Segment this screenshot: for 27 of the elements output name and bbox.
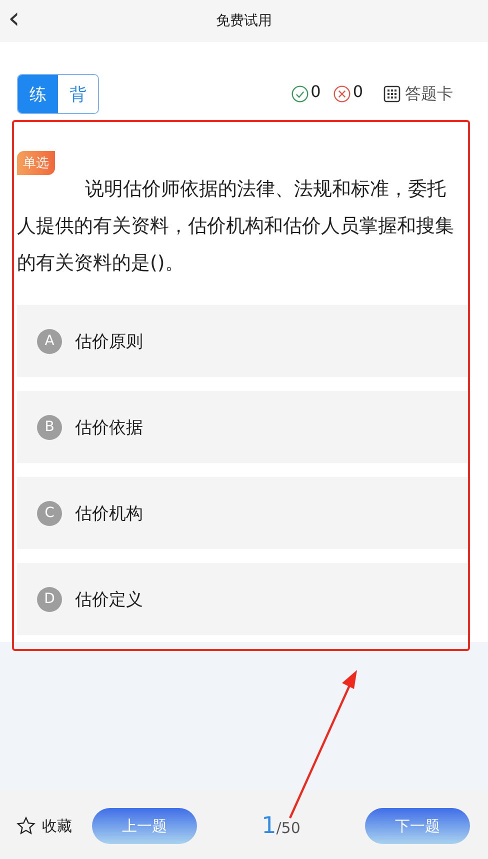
question-text: 说明估价师依据的法律、法规和标准，委托人提供的有关资料，估价机构和估价人员掌握和搜集的有关资料的是()。	[17, 177, 455, 276]
answer-option[interactable]: C 估价机构	[17, 477, 471, 549]
answer-option[interactable]: A 估价原则	[17, 305, 471, 377]
grid-icon	[383, 85, 401, 103]
option-text: 估价机构	[75, 502, 143, 524]
answer-card-button[interactable]: 答题卡	[383, 84, 453, 104]
cross-circle-icon	[332, 85, 351, 103]
mode-tab[interactable]: 练	[18, 75, 58, 113]
total-count: /50	[276, 819, 300, 837]
option-text: 估价依据	[75, 416, 143, 438]
option-letter: B	[37, 414, 62, 440]
star-icon	[16, 816, 36, 836]
option-letter: A	[37, 328, 62, 354]
page-title: 免费试用	[216, 12, 272, 30]
option-text: 估价定义	[75, 588, 143, 610]
correct-count: 0	[310, 82, 321, 100]
wrong-count: 0	[352, 82, 363, 100]
back-button[interactable]: ‹	[8, 4, 20, 34]
check-circle-icon	[290, 85, 309, 103]
favorite-button[interactable]: 收藏	[16, 816, 72, 836]
option-letter: C	[37, 500, 62, 526]
answer-option[interactable]: B 估价依据	[17, 391, 471, 463]
option-letter: D	[37, 586, 62, 612]
current-number: 1	[262, 813, 276, 839]
option-text: 估价原则	[75, 330, 143, 352]
answer-option[interactable]: D 估价定义	[17, 563, 471, 635]
question-type-tag: 单选	[17, 151, 55, 175]
